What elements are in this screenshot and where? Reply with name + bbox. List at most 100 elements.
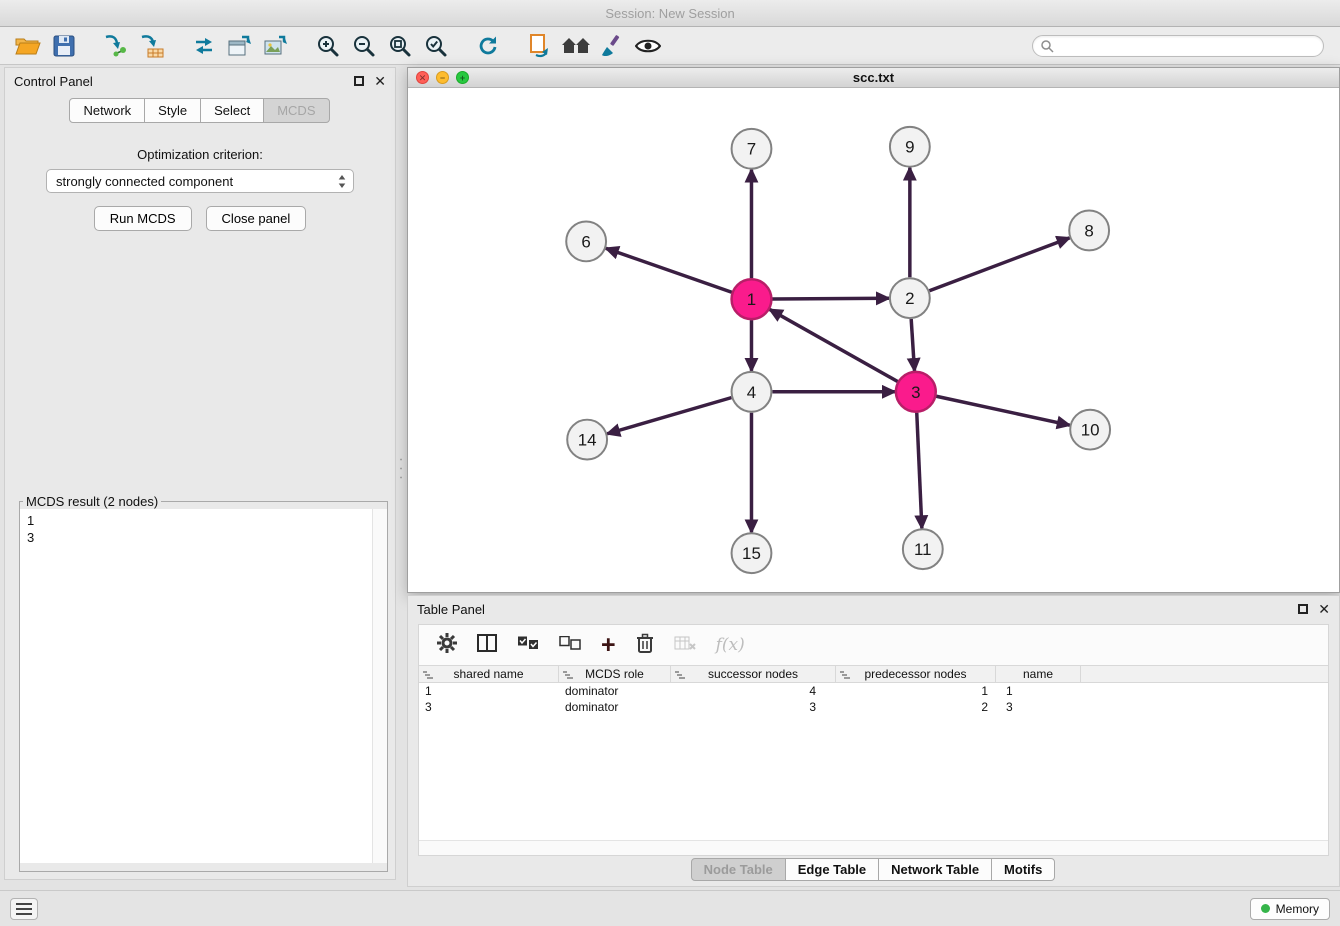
graph-edge-1-2[interactable] — [772, 298, 889, 299]
tab-node-table[interactable]: Node Table — [691, 858, 786, 881]
column-header-successor-nodes[interactable]: successor nodes — [671, 666, 836, 682]
graph-edge-3-10[interactable] — [936, 396, 1069, 425]
tab-style[interactable]: Style — [144, 98, 201, 123]
close-table-panel-icon[interactable]: ✕ — [1318, 604, 1330, 614]
optimization-criterion-dropdown[interactable]: strongly connected component — [46, 169, 354, 193]
column-header-mcds-role[interactable]: MCDS role — [559, 666, 671, 682]
graph-edge-2-3[interactable] — [911, 319, 914, 371]
window-title: Session: New Session — [605, 6, 734, 21]
graph-node-1[interactable]: 1 — [732, 279, 772, 319]
zoom-selected-button[interactable] — [418, 30, 454, 62]
tab-network-table[interactable]: Network Table — [878, 858, 992, 881]
zoom-window-button[interactable]: + — [456, 71, 469, 84]
graph-node-10[interactable]: 10 — [1070, 410, 1110, 450]
close-panel-button[interactable]: Close panel — [206, 206, 307, 231]
table-row[interactable]: 1dominator411 — [419, 683, 1328, 699]
table-panel-title: Table Panel — [417, 602, 485, 617]
graph-edge-1-6[interactable] — [606, 248, 732, 292]
graph-node-11[interactable]: 11 — [903, 529, 943, 569]
float-table-panel-icon[interactable] — [1298, 604, 1308, 614]
table-horizontal-scrollbar[interactable] — [419, 840, 1328, 855]
column-header-name[interactable]: name — [996, 666, 1081, 682]
table-cell: 2 — [836, 699, 996, 715]
vertical-splitter-handle[interactable] — [398, 455, 404, 483]
column-header-shared-name[interactable]: shared name — [419, 666, 559, 682]
search-field[interactable] — [1032, 35, 1324, 57]
graph-edge-3-11[interactable] — [917, 413, 922, 529]
search-input[interactable] — [1059, 38, 1316, 54]
import-table-button[interactable] — [134, 30, 170, 62]
network-canvas[interactable]: 7 9 6 8 1 2 4 3 14 10 15 11 — [408, 89, 1339, 592]
overview-button[interactable] — [558, 30, 594, 62]
graph-edge-4-14[interactable] — [607, 398, 731, 434]
save-session-button[interactable] — [46, 30, 82, 62]
table-settings-button[interactable] — [437, 633, 457, 658]
run-mcds-button[interactable]: Run MCDS — [94, 206, 192, 231]
mcds-result-body: 13 — [20, 509, 387, 863]
graph-node-2[interactable]: 2 — [890, 278, 930, 318]
control-panel-tabs: Network Style Select MCDS — [5, 98, 395, 123]
select-all-button[interactable] — [517, 636, 539, 655]
result-vertical-scrollbar[interactable] — [372, 509, 387, 863]
graph-edge-2-8[interactable] — [929, 238, 1069, 291]
tab-network[interactable]: Network — [69, 98, 145, 123]
column-header-predecessor-nodes[interactable]: predecessor nodes — [836, 666, 996, 682]
refresh-layout-button[interactable] — [470, 30, 506, 62]
table-toolbar: + f(x) — [419, 625, 1328, 665]
clone-network-button[interactable] — [222, 30, 258, 62]
graph-node-14[interactable]: 14 — [567, 420, 607, 460]
copy-document-icon — [528, 33, 552, 59]
main-toolbar — [0, 27, 1340, 65]
graph-node-7[interactable]: 7 — [732, 129, 772, 169]
float-panel-icon[interactable] — [354, 76, 364, 86]
table-cell: 1 — [419, 683, 559, 699]
tab-motifs[interactable]: Motifs — [991, 858, 1055, 881]
deselect-all-button[interactable] — [559, 636, 581, 655]
tab-mcds[interactable]: MCDS — [263, 98, 329, 123]
style-brush-button[interactable] — [594, 30, 630, 62]
graph-node-3[interactable]: 3 — [896, 372, 936, 412]
memory-button[interactable]: Memory — [1250, 898, 1330, 920]
copy-style-button[interactable] — [522, 30, 558, 62]
function-builder-button[interactable]: f(x) — [716, 635, 745, 655]
mcds-result-line: 1 — [27, 512, 380, 529]
deselect-all-icon — [559, 636, 581, 650]
open-session-button[interactable] — [10, 30, 46, 62]
graph-edge-3-1[interactable] — [770, 309, 898, 381]
network-view-window: ✕ − + scc.txt 7968124314101511 — [407, 67, 1340, 593]
add-column-button[interactable]: + — [601, 635, 616, 655]
zoom-out-button[interactable] — [346, 30, 382, 62]
table-row[interactable]: 3dominator323 — [419, 699, 1328, 715]
zoom-fit-button[interactable] — [382, 30, 418, 62]
table-panel: Table Panel ✕ — [407, 595, 1340, 887]
show-hide-button[interactable] — [630, 30, 666, 62]
svg-text:4: 4 — [747, 383, 756, 402]
graph-node-6[interactable]: 6 — [566, 221, 606, 261]
import-network-button[interactable] — [98, 30, 134, 62]
network-graph[interactable]: 7 9 6 8 1 2 4 3 14 10 15 11 — [408, 89, 1339, 592]
tab-select[interactable]: Select — [200, 98, 264, 123]
minimize-window-button[interactable]: − — [436, 71, 449, 84]
control-panel-title: Control Panel — [14, 74, 93, 89]
delete-table-button[interactable] — [674, 635, 696, 656]
show-panels-button[interactable] — [10, 898, 38, 920]
delete-column-button[interactable] — [636, 633, 654, 658]
search-icon — [1040, 39, 1054, 53]
share-network-button[interactable] — [186, 30, 222, 62]
graph-node-15[interactable]: 15 — [732, 533, 772, 573]
graph-node-8[interactable]: 8 — [1069, 211, 1109, 251]
mcds-result-title: MCDS result (2 nodes) — [23, 494, 161, 509]
close-panel-icon[interactable]: ✕ — [374, 76, 386, 86]
control-panel: Control Panel ✕ Network Style Select MCD… — [4, 67, 396, 880]
close-window-button[interactable]: ✕ — [416, 71, 429, 84]
export-image-button[interactable] — [258, 30, 294, 62]
zoom-in-button[interactable] — [310, 30, 346, 62]
table-tabs: Node Table Edge Table Network Table Moti… — [408, 858, 1339, 881]
mcds-result-line: 3 — [27, 529, 380, 546]
graph-node-4[interactable]: 4 — [732, 372, 772, 412]
graph-node-9[interactable]: 9 — [890, 127, 930, 167]
network-arrows-icon — [192, 34, 216, 58]
toggle-column-display-button[interactable] — [477, 634, 497, 657]
tab-edge-table[interactable]: Edge Table — [785, 858, 879, 881]
export-image-icon — [263, 34, 289, 58]
